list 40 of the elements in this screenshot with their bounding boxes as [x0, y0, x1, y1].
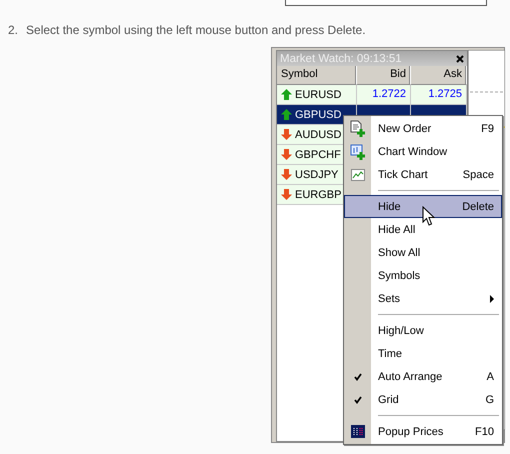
symbol-row[interactable]: EURUSD 1.2722 1.2725 [277, 85, 467, 105]
menu-item[interactable]: Chart Window [344, 140, 502, 163]
down-arrow-icon [281, 189, 292, 200]
step-number: 2. [8, 23, 18, 39]
menu-item[interactable]: Tick Chart Space [344, 163, 502, 186]
mouse-cursor-icon [422, 206, 435, 227]
menu-item[interactable]: Popup Prices F10 [344, 420, 502, 443]
bid-price: 1.2722 [372, 88, 406, 100]
symbol-name: GBPCHF [295, 148, 341, 160]
up-arrow-icon [281, 109, 292, 120]
symbol-name: USDJPY [295, 168, 338, 180]
down-arrow-icon [281, 129, 292, 140]
checkmark-icon [354, 372, 362, 380]
ask-price: 1.2725 [428, 88, 462, 100]
menu-item[interactable]: Time [344, 342, 502, 365]
symbol-name: EURGBP [295, 188, 342, 200]
symbol-name: AUDUSD [295, 128, 342, 140]
window-plus-icon [350, 142, 366, 160]
price-table-icon [350, 425, 364, 438]
down-arrow-icon [281, 169, 292, 180]
menu-item[interactable]: Auto Arrange A [344, 365, 502, 388]
document-plus-icon [350, 120, 366, 138]
symbol-name: EURUSD [295, 88, 342, 100]
menu-item[interactable]: Grid G [344, 388, 502, 411]
panel-title: Market Watch: 09:13:51 [280, 52, 402, 64]
instruction-text: Select the symbol using the left mouse button and press Delete. [26, 23, 366, 39]
submenu-arrow-icon [490, 294, 494, 302]
menu-item[interactable]: Sets [344, 287, 502, 310]
symbol-name: GBPUSD [295, 108, 342, 120]
checkmark-icon [354, 396, 362, 404]
menu-item[interactable]: New Order F9 [344, 117, 502, 140]
menu-item[interactable]: High/Low [344, 319, 502, 342]
menu-item[interactable]: Show All [344, 241, 502, 264]
line-chart-icon [350, 168, 364, 180]
menu-item[interactable]: Hide All [344, 218, 502, 241]
menu-item[interactable]: Hide Delete [344, 195, 502, 218]
down-arrow-icon [281, 149, 292, 160]
close-icon[interactable] [456, 54, 464, 62]
menu-item[interactable]: Symbols [344, 264, 502, 287]
up-arrow-icon [281, 89, 292, 100]
